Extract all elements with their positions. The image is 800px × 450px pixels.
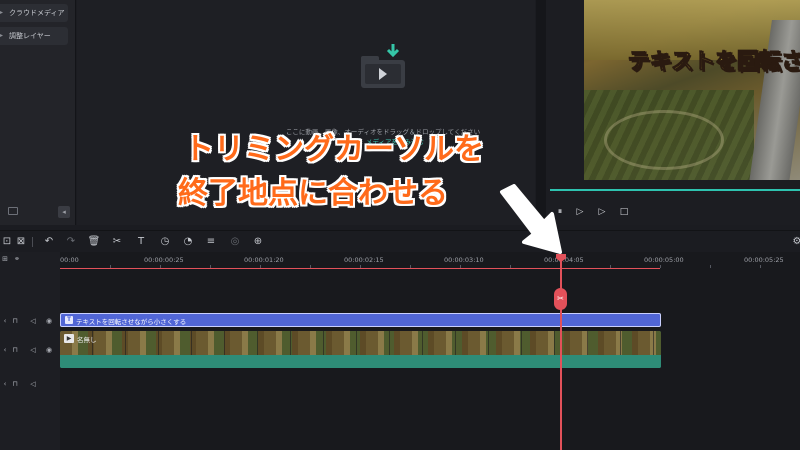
editor-window: ▸ クラウドメディア ▸ 調整レイヤー ◂ ここに動画、画像、オーディオをドラッ…	[0, 0, 800, 450]
text-clip-icon: T	[65, 316, 73, 324]
new-folder-icon[interactable]	[8, 207, 18, 215]
audio-waveform	[60, 355, 661, 368]
video-clip-label: 名無し	[77, 336, 97, 344]
timeline-toolbar: ⊡ ⊠ ↶ ↷ 🗑 ✂ T ◷ ◔ ≡ ◎ ⊕ ⚙	[0, 230, 800, 252]
speed-icon[interactable]: ◔	[181, 235, 195, 249]
color-icon[interactable]: ◎	[228, 235, 242, 249]
ruler-label: 00:00:00:25	[144, 256, 184, 264]
playhead[interactable]	[560, 258, 562, 450]
ruler-label: 00:00:02:15	[344, 256, 384, 264]
eye-icon[interactable]: ◉	[44, 345, 54, 355]
time-ruler[interactable]: 00:00 00:00:00:25 00:00:01:20 00:00:02:1…	[60, 252, 800, 269]
settings-icon[interactable]: ⚙	[790, 235, 800, 249]
chevron-right-icon: ▸	[0, 32, 4, 39]
timeline[interactable]: 00:00 00:00:00:25 00:00:01:20 00:00:02:1…	[60, 252, 800, 450]
select-icon[interactable]: ⊡	[0, 235, 14, 249]
sidebar-item-label: クラウドメディア	[9, 9, 65, 17]
undo-icon[interactable]: ↶	[42, 235, 56, 249]
track-header-audio: ‹ ⊓ ◁	[0, 379, 60, 391]
stop-icon[interactable]: □	[618, 206, 630, 218]
playhead-scissors-icon[interactable]: ✂	[554, 288, 567, 310]
timer-icon[interactable]: ◷	[158, 235, 172, 249]
ruler-label: 00:00:01:20	[244, 256, 284, 264]
work-area-line	[60, 268, 660, 269]
chevron-right-icon: ▸	[0, 9, 4, 16]
mute-icon[interactable]: ◁	[28, 345, 38, 355]
ruler-tools: ⊞ ⚭	[0, 254, 60, 266]
adjust-icon[interactable]: ≡	[204, 235, 218, 249]
media-sidebar: ▸ クラウドメディア ▸ 調整レイヤー ◂	[0, 0, 76, 225]
video-clip[interactable]: ▶ 名無し	[60, 331, 661, 368]
video-caption-text: テキストを回転さ	[627, 50, 800, 76]
text-clip-label: テキストを回転させながら小さくする	[76, 318, 187, 326]
play-icon[interactable]: ▷	[596, 206, 608, 218]
ruler-label: 00:00:03:10	[444, 256, 484, 264]
annotation-line-1: トリミングカーソルを	[184, 132, 484, 167]
video-preview: テキストを回転さ	[584, 0, 800, 180]
track-number-icon: ‹	[3, 317, 7, 325]
preview-panel: テキストを回転さ ⏸ ▷ ▷ □	[546, 0, 800, 225]
mute-icon[interactable]: ◁	[28, 379, 38, 389]
lock-icon[interactable]: ⊓	[10, 316, 20, 326]
mute-icon[interactable]: ◁	[28, 316, 38, 326]
annotation-line-2: 終了地点に合わせる	[178, 176, 448, 211]
text-icon[interactable]: T	[134, 235, 148, 249]
annotation-arrow-icon	[500, 184, 562, 254]
collapse-sidebar-button[interactable]: ◂	[58, 206, 70, 218]
link-icon[interactable]: ⚭	[12, 254, 22, 264]
track-number-icon: ‹	[3, 380, 7, 388]
cut-select-icon[interactable]: ⊠	[14, 235, 28, 249]
sidebar-item-cloud-media[interactable]: ▸ クラウドメディア	[0, 4, 68, 22]
lock-icon[interactable]: ⊓	[10, 379, 20, 389]
video-clip-icon: ▶	[64, 334, 74, 343]
sidebar-item-adjustment-layer[interactable]: ▸ 調整レイヤー	[0, 27, 68, 45]
ruler-label: 00:00:05:25	[744, 256, 784, 264]
eye-icon[interactable]: ◉	[44, 316, 54, 326]
track-headers: ⊞ ⚭ ‹ ⊓ ◁ ◉ ‹ ⊓ ◁ ◉ ‹ ⊓ ◁	[0, 252, 60, 450]
stabilize-icon[interactable]: ⊕	[251, 235, 265, 249]
sidebar-item-label: 調整レイヤー	[9, 32, 51, 40]
preview-progress-bar[interactable]	[550, 189, 800, 191]
redo-icon[interactable]: ↷	[64, 235, 78, 249]
import-folder-icon[interactable]	[357, 42, 409, 92]
delete-icon[interactable]: 🗑	[87, 235, 101, 249]
toolbar-divider	[32, 237, 33, 247]
text-clip[interactable]: T テキストを回転させながら小さくする	[60, 313, 661, 327]
track-header-text: ‹ ⊓ ◁ ◉	[0, 316, 60, 328]
track-header-video: ‹ ⊓ ◁ ◉	[0, 345, 60, 357]
scissors-icon[interactable]: ✂	[110, 235, 124, 249]
lock-icon[interactable]: ⊓	[10, 345, 20, 355]
ruler-label: 00:00	[60, 256, 79, 264]
track-number-icon: ‹	[3, 346, 7, 354]
add-track-icon[interactable]: ⊞	[0, 254, 10, 264]
ruler-label: 00:00:05:00	[644, 256, 684, 264]
